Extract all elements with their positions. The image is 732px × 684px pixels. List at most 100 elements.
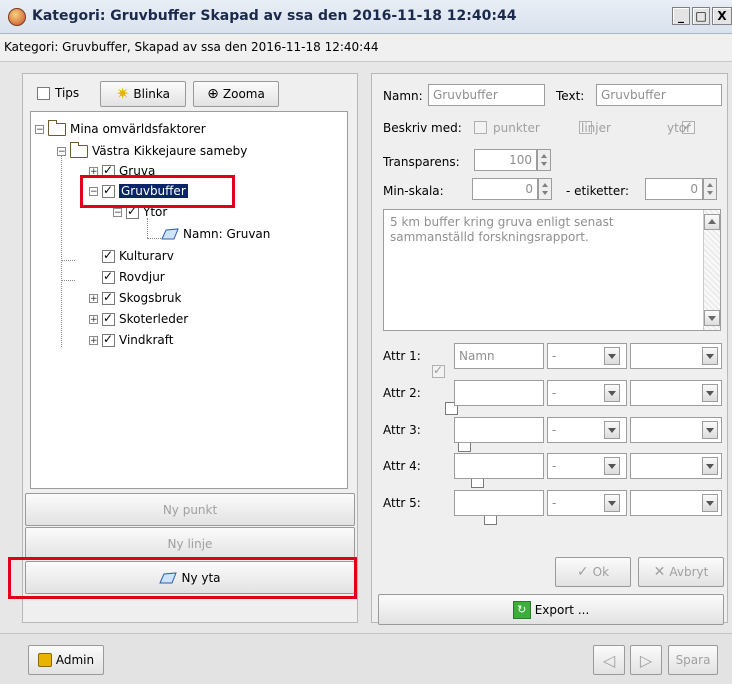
minskala-input[interactable]: 0 (472, 178, 538, 200)
avbryt-button[interactable]: ✕ Avbryt (638, 557, 724, 587)
transparens-spinner[interactable] (537, 149, 551, 171)
description-text: 5 km buffer kring gruva enligt senast sa… (390, 215, 614, 244)
zooma-label: Zooma (222, 87, 265, 101)
attr-label: Attr 1: (383, 349, 421, 363)
tree-label-skoterleder: Skoterleder (119, 312, 189, 326)
arrow-right-icon: ▷ (639, 650, 653, 670)
arrow-left-icon: ◁ (602, 650, 616, 670)
minskala-label: Min-skala: (383, 184, 444, 198)
tree-label-root: Mina omvärldsfaktorer (70, 122, 206, 136)
tree-node-root[interactable]: − Mina omvärldsfaktorer (35, 119, 206, 136)
chevron-down-icon[interactable] (702, 457, 718, 475)
transparens-label: Transparens: (383, 155, 460, 169)
text-label: Text: (556, 89, 585, 103)
description-scrollbar[interactable] (703, 210, 720, 330)
export-button[interactable]: ↻ Export ... (378, 594, 724, 625)
expand-icon[interactable]: + (89, 335, 98, 345)
chevron-down-icon[interactable] (604, 384, 620, 402)
tree-node-group[interactable]: − Västra Kikkejaure sameby (57, 141, 248, 158)
tree-node-namn-gruvan[interactable]: Namn: Gruvan (161, 227, 270, 241)
attr-label: Attr 4: (383, 459, 421, 473)
chevron-down-icon[interactable] (604, 421, 620, 439)
attr-name-input[interactable] (454, 417, 544, 443)
etiketter-label: - etiketter: (566, 184, 630, 198)
tree-label-skogsbruk: Skogsbruk (119, 291, 182, 305)
ok-button[interactable]: ✓ Ok (555, 557, 631, 587)
beskriv-label: Beskriv med: (383, 121, 462, 135)
attr-label: Attr 2: (383, 386, 421, 400)
ok-label: Ok (592, 565, 610, 579)
chevron-down-icon[interactable] (604, 457, 620, 475)
description-textarea[interactable]: 5 km buffer kring gruva enligt senast sa… (383, 209, 721, 331)
tree-label-rovdjur: Rovdjur (119, 270, 165, 284)
expand-icon[interactable]: + (89, 293, 98, 303)
sun-icon: ✷ (115, 84, 130, 103)
attr-name-input[interactable]: Namn (454, 343, 544, 369)
ny-punkt-button[interactable]: Ny punkt (25, 493, 355, 526)
scroll-up-button[interactable] (704, 214, 720, 230)
zooma-button[interactable]: ⊕ Zooma (193, 81, 279, 107)
chevron-down-icon[interactable] (702, 421, 718, 439)
next-button[interactable]: ▷ (630, 645, 662, 675)
blinka-button[interactable]: ✷ Blinka (100, 81, 186, 107)
transparens-input[interactable]: 100 (474, 149, 537, 171)
cancel-icon: ✕ (653, 564, 666, 580)
category-tree: − Mina omvärldsfaktorer − Västra Kikkeja… (30, 111, 348, 489)
expand-icon[interactable]: + (89, 314, 98, 324)
attr-name-input[interactable] (454, 490, 544, 516)
punkter-label: punkter (493, 121, 540, 135)
maximize-button[interactable]: □ (692, 7, 710, 25)
ny-linje-button[interactable]: Ny linje (25, 527, 355, 560)
tree-label-vindkraft: Vindkraft (119, 333, 174, 347)
spara-button[interactable]: Spara (668, 645, 718, 675)
chevron-down-icon[interactable] (702, 384, 718, 402)
punkter-checkbox[interactable] (474, 121, 487, 134)
collapse-icon[interactable]: − (57, 146, 66, 156)
tree-node-skoterleder[interactable]: + Skoterleder (89, 311, 189, 326)
subtitle-bar: Kategori: Gruvbuffer, Skapad av ssa den … (0, 34, 732, 62)
text-input[interactable]: Gruvbuffer (596, 84, 722, 106)
namn-input[interactable]: Gruvbuffer (428, 84, 545, 106)
collapse-icon[interactable]: − (35, 124, 44, 134)
vindkraft-checkbox[interactable] (102, 332, 115, 347)
polygon-icon (161, 228, 179, 240)
minskala-spinner[interactable] (538, 178, 552, 200)
chevron-down-icon[interactable] (604, 347, 620, 365)
tree-label-namn-gruvan: Namn: Gruvan (183, 227, 271, 241)
subtitle-text: Kategori: Gruvbuffer, Skapad av ssa den … (4, 40, 379, 54)
tips-toggle[interactable]: Tips (37, 86, 79, 100)
folder-open-icon (48, 119, 66, 136)
admin-button[interactable]: Admin (28, 645, 104, 675)
skogsbruk-checkbox[interactable] (102, 290, 115, 305)
tips-checkbox[interactable] (37, 86, 50, 100)
attr-checkbox[interactable] (432, 363, 445, 378)
attr-name-input[interactable] (454, 453, 544, 479)
tips-label: Tips (55, 86, 80, 100)
prev-button[interactable]: ◁ (593, 645, 625, 675)
admin-label: Admin (55, 653, 95, 667)
kulturarv-checkbox[interactable] (102, 248, 115, 263)
scroll-down-button[interactable] (704, 310, 720, 326)
attr-label: Attr 3: (383, 423, 421, 437)
attr-name-input[interactable] (454, 380, 544, 406)
chevron-down-icon[interactable] (604, 494, 620, 512)
app-icon (8, 8, 26, 26)
export-icon: ↻ (512, 600, 531, 619)
folder-open-icon (70, 141, 88, 158)
skoterleder-checkbox[interactable] (102, 311, 115, 326)
tree-label-group: Västra Kikkejaure sameby (92, 144, 248, 158)
chevron-down-icon[interactable] (702, 347, 718, 365)
title-bar: Kategori: Gruvbuffer Skapad av ssa den 2… (0, 0, 732, 34)
etiketter-spinner[interactable] (703, 178, 717, 200)
tree-node-rovdjur[interactable]: Rovdjur (102, 269, 165, 284)
minimize-button[interactable]: _ (672, 7, 690, 25)
tree-node-vindkraft[interactable]: + Vindkraft (89, 332, 174, 347)
tree-node-kulturarv[interactable]: Kulturarv (102, 248, 174, 263)
tree-node-skogsbruk[interactable]: + Skogsbruk (89, 290, 182, 305)
zoom-icon: ⊕ (207, 86, 219, 102)
close-button[interactable]: X (712, 7, 732, 25)
chevron-down-icon[interactable] (702, 494, 718, 512)
rovdjur-checkbox[interactable] (102, 269, 115, 284)
collapse-icon[interactable]: − (113, 207, 122, 217)
etiketter-input[interactable]: 0 (645, 178, 703, 200)
